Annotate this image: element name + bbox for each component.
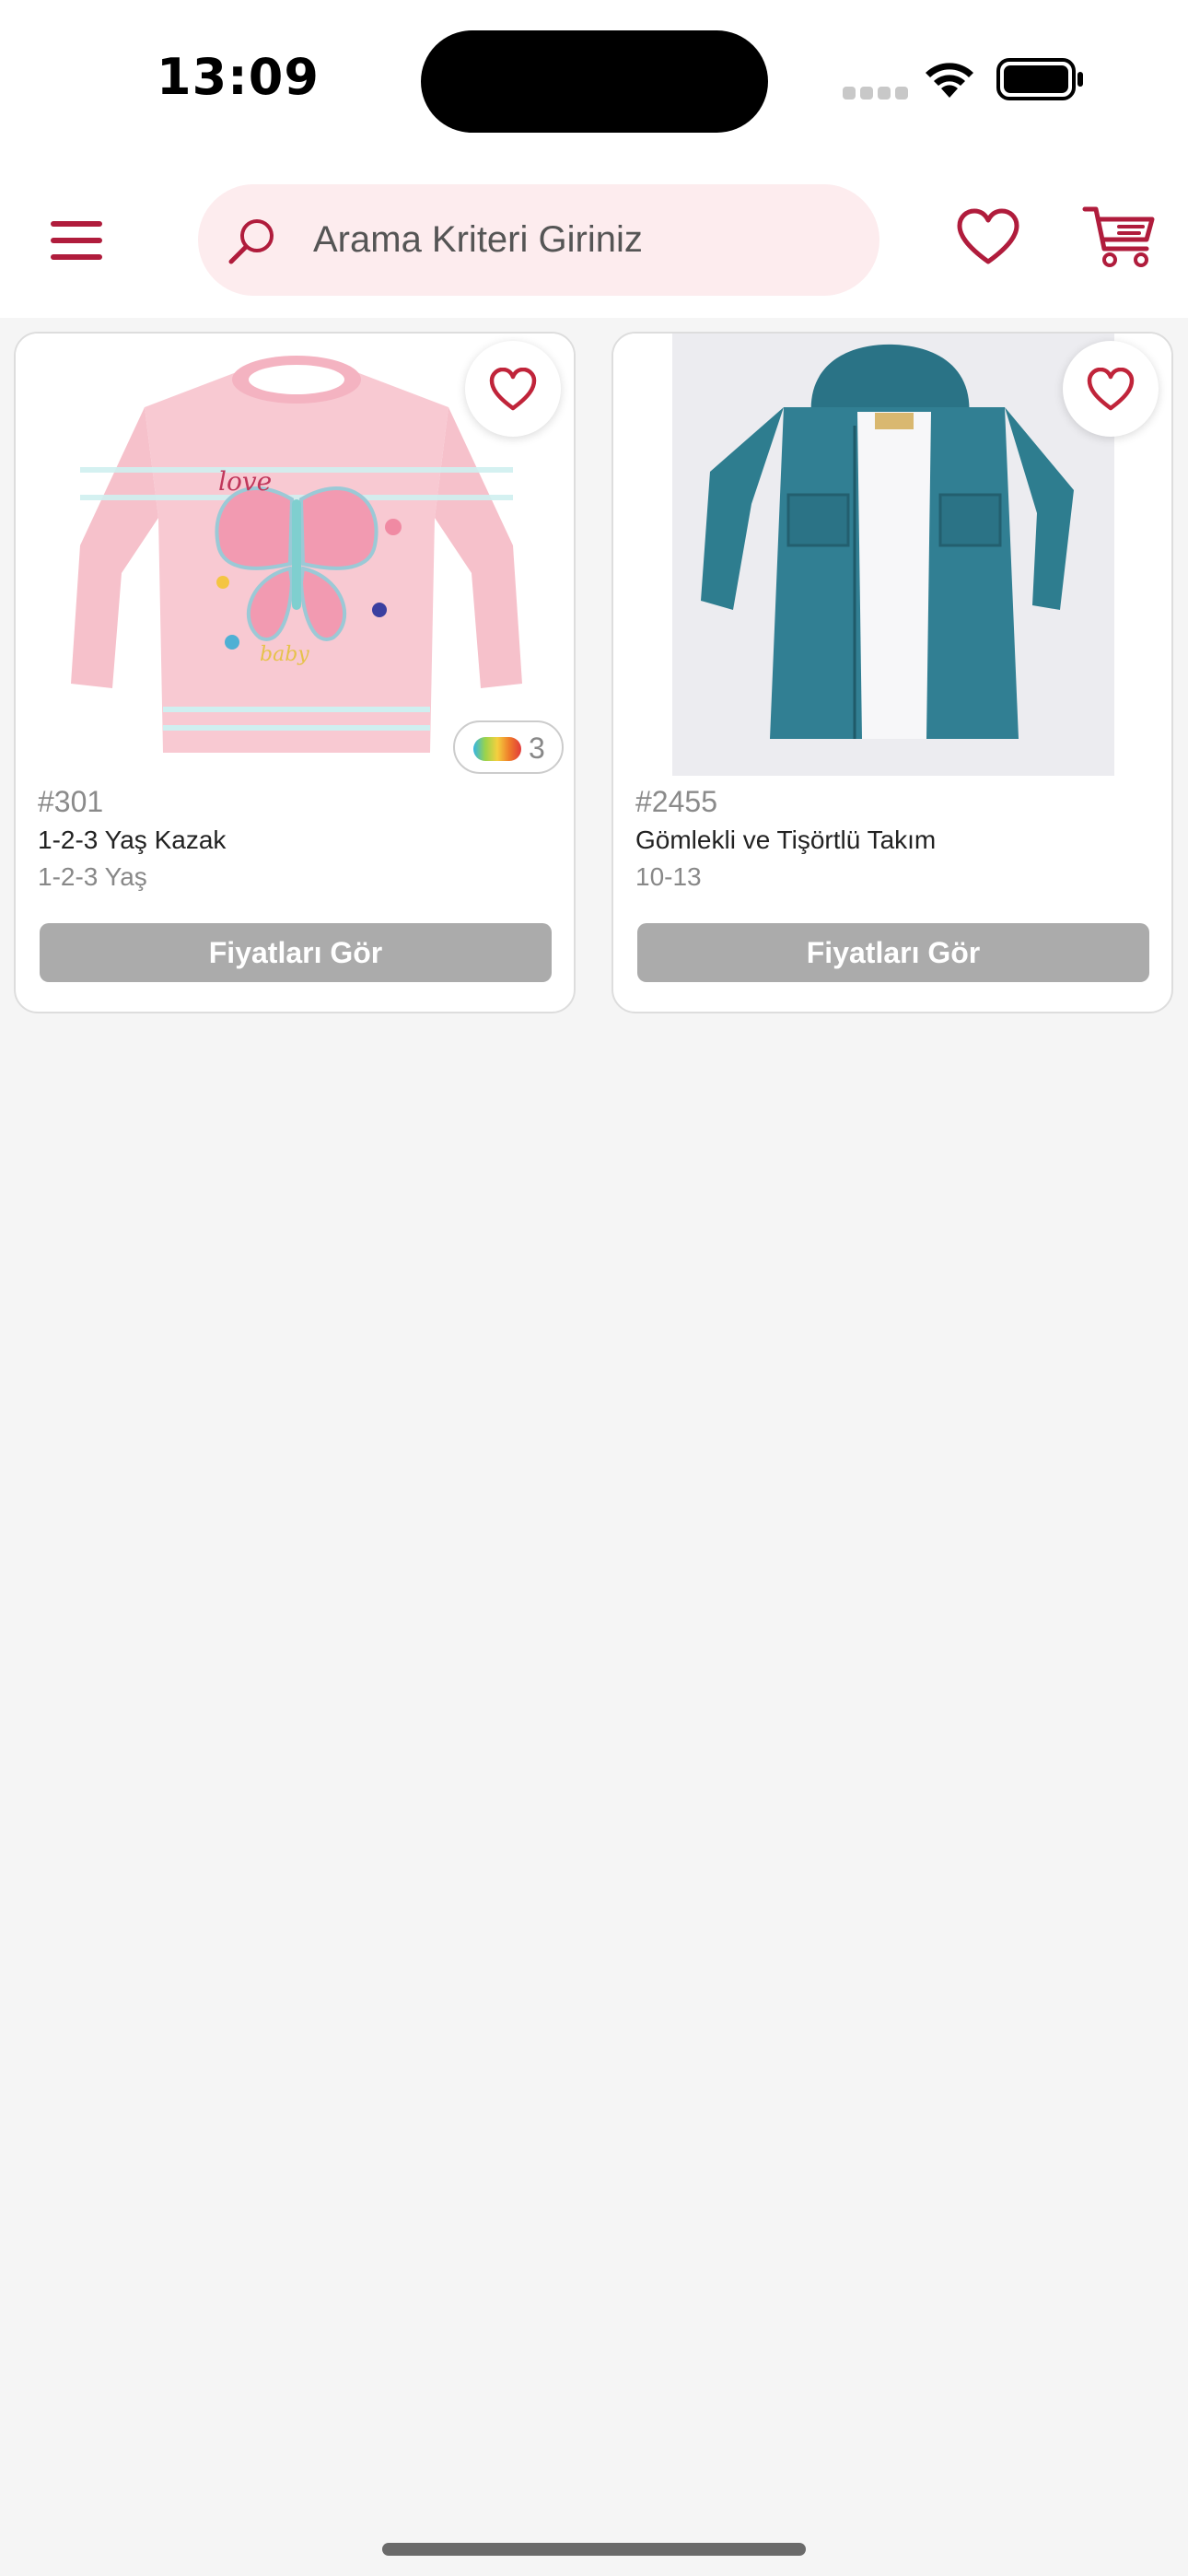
product-size: 1-2-3 Yaş	[38, 862, 147, 891]
menu-icon[interactable]	[51, 221, 102, 260]
product-name: Gömlekli ve Tişörtlü Takım	[635, 825, 937, 854]
favorites-heart-icon[interactable]	[956, 208, 1020, 267]
app-header	[0, 157, 1188, 318]
search-input[interactable]	[313, 184, 847, 296]
see-prices-button[interactable]: Fiyatları Gör	[637, 923, 1149, 982]
svg-text:baby: baby	[260, 643, 309, 666]
status-time: 13:09	[157, 48, 320, 106]
color-count: 3	[529, 732, 545, 765]
product-sku: #301	[38, 785, 104, 818]
color-options-badge[interactable]: 3	[453, 720, 564, 774]
color-swatch-icon	[473, 737, 521, 761]
signal-icon	[843, 87, 913, 104]
status-bar: 13:09	[0, 0, 1188, 157]
battery-icon	[996, 58, 1083, 100]
dynamic-island	[421, 30, 768, 133]
favorite-button[interactable]	[1063, 341, 1159, 437]
product-card[interactable]: love baby 3 #301 1-2-3 Yaş Kazak 1-2-3 Y…	[14, 332, 576, 1013]
favorite-button[interactable]	[465, 341, 561, 437]
wifi-icon	[926, 63, 973, 98]
heart-icon	[489, 368, 537, 411]
heart-icon	[1087, 368, 1135, 411]
svg-text:love: love	[218, 466, 272, 497]
product-name: 1-2-3 Yaş Kazak	[38, 825, 227, 854]
product-card[interactable]: #2455 Gömlekli ve Tişörtlü Takım 10-13 F…	[611, 332, 1173, 1013]
see-prices-button[interactable]: Fiyatları Gör	[40, 923, 552, 982]
cart-icon[interactable]	[1082, 205, 1158, 269]
home-indicator[interactable]	[382, 2543, 806, 2556]
product-size: 10-13	[635, 862, 702, 891]
search-bar[interactable]	[198, 184, 879, 296]
product-sku: #2455	[635, 785, 717, 818]
search-icon	[228, 219, 274, 264]
